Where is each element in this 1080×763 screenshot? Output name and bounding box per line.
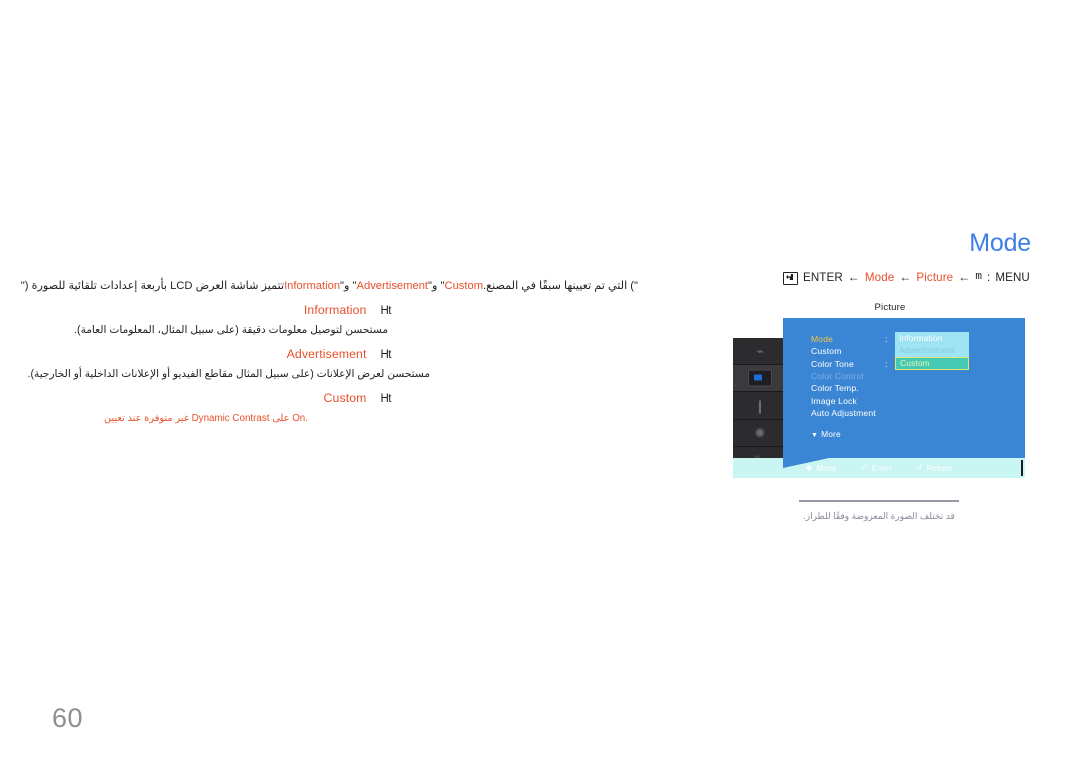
divider bbox=[799, 500, 959, 502]
osd-screen: ⌁ ❙ ✺ ⊩ Mode bbox=[733, 318, 1025, 478]
osd-menu-item-label: Custom bbox=[811, 346, 842, 357]
note-term-dynamic-contrast: Dynamic Contrast bbox=[191, 413, 270, 424]
move-arrows-icon: ◆ bbox=[806, 463, 813, 472]
note-mid: على bbox=[272, 413, 290, 424]
bullet-custom-heading: Ht Custom bbox=[48, 391, 638, 405]
bullet-custom-title: Custom bbox=[323, 391, 367, 405]
osd-icon-rail: ⌁ ❙ ✺ ⊩ bbox=[733, 338, 787, 474]
return-hint-label: Return bbox=[926, 463, 952, 473]
osd-mode-dropdown: Information Advertisement Custom bbox=[895, 332, 969, 370]
osd-mode-option-advertisement[interactable]: Advertisement bbox=[895, 344, 969, 357]
bullet-custom-note: .On على Dynamic Contrast غير متوفرة عند … bbox=[48, 411, 638, 426]
breadcrumb-arrow-icon: ← bbox=[847, 270, 860, 284]
sound-icon: ❙ bbox=[754, 398, 766, 413]
setup-gear-icon: ✺ bbox=[754, 425, 766, 441]
breadcrumb-enter-label: ENTER bbox=[803, 270, 843, 284]
osd-menu-item-label: Auto Adjustment bbox=[811, 407, 876, 418]
osd-rail-sound[interactable]: ❙ bbox=[733, 392, 787, 420]
intro-highlight-advertisement: Advertisement bbox=[356, 280, 429, 292]
bullet-marker-icon: Ht bbox=[380, 349, 392, 361]
intro-part-a: تتميز شاشة العرض LCD بأربعة إعدادات تلقا… bbox=[20, 280, 285, 292]
osd-menu-item-label: Color Tone bbox=[811, 358, 854, 369]
bullet-information-description: مستحسن لتوصيل معلومات دقيقة (على سبيل ال… bbox=[74, 324, 388, 336]
osd-menu-panel: Mode : Custom Color Tone : Color Control bbox=[783, 318, 1025, 458]
intro-part-b: " و" bbox=[340, 280, 357, 292]
osd-mockup: Picture ⌁ ❙ ✺ ⊩ bbox=[733, 302, 1025, 522]
osd-menu-item-color-temp[interactable]: Color Temp. bbox=[811, 382, 1001, 394]
enter-key-icon: ⏎ bbox=[860, 463, 868, 472]
breadcrumb-menu-label: MENU bbox=[995, 270, 1030, 284]
osd-menu-item-image-lock[interactable]: Image Lock bbox=[811, 394, 1001, 406]
intro-paragraph: ") التي تم تعيينها سبقًا في المصنع.Custo… bbox=[21, 278, 638, 294]
chevron-down-icon: ▼ bbox=[811, 432, 819, 440]
move-hint-label: Move bbox=[816, 463, 837, 473]
bullet-advertisement-description: مستحسن لعرض الإعلانات (على سبيل المثال م… bbox=[27, 368, 430, 380]
intro-part-c: " و" bbox=[428, 280, 445, 292]
breadcrumb: ENTER ← Mode ← Picture ← m : MENU bbox=[733, 270, 1033, 285]
osd-menu-item-label: Color Control bbox=[811, 371, 864, 382]
osd-rail-setup[interactable]: ✺ bbox=[733, 419, 787, 447]
bullet-information: Ht Information مستحسن لتوصيل معلومات دقي… bbox=[48, 303, 638, 338]
osd-header-picture: Picture bbox=[874, 302, 906, 313]
enter-hint-label: Enter bbox=[871, 463, 892, 473]
bullet-custom: Ht Custom .On على Dynamic Contrast غير م… bbox=[48, 391, 638, 426]
page-number: 60 bbox=[52, 703, 84, 733]
osd-mode-option-custom[interactable]: Custom bbox=[895, 356, 969, 370]
osd-menu-item-more[interactable]: ▼ More bbox=[811, 429, 1001, 439]
return-arrow-icon: ↺ bbox=[915, 463, 923, 472]
breadcrumb-arrow-icon: ← bbox=[958, 270, 971, 284]
note-value-on: On bbox=[292, 413, 306, 424]
menu-key-glyph-icon: m bbox=[975, 271, 983, 283]
bullet-marker-icon: Ht bbox=[380, 393, 392, 405]
osd-rail-input-source[interactable]: ⌁ bbox=[733, 338, 787, 366]
move-hint: ◆ Move bbox=[806, 464, 837, 473]
enter-key-icon bbox=[783, 271, 798, 285]
osd-cursor-bar bbox=[1021, 460, 1023, 476]
note-pre: غير متوفرة عند تعيين bbox=[103, 413, 189, 424]
picture-icon bbox=[748, 369, 772, 387]
breadcrumb-step-picture: Picture bbox=[916, 270, 954, 284]
osd-menu-item-label: Image Lock bbox=[811, 395, 857, 406]
osd-mode-option-information[interactable]: Information bbox=[895, 332, 969, 345]
osd-menu-item-auto-adjustment[interactable]: Auto Adjustment bbox=[811, 407, 1001, 419]
breadcrumb-separator: : bbox=[987, 270, 991, 284]
osd-menu-item-colon: : bbox=[885, 334, 888, 345]
bullet-information-heading: Ht Information bbox=[48, 303, 638, 317]
osd-menu-item-color-control: Color Control bbox=[811, 370, 1001, 382]
enter-hint: ⏎ Enter bbox=[861, 464, 892, 473]
bullet-advertisement: Ht Advertisement مستحسن لعرض الإعلانات (… bbox=[27, 347, 638, 382]
osd-rail-picture[interactable] bbox=[733, 365, 787, 393]
breadcrumb-arrow-icon: ← bbox=[899, 270, 912, 284]
bullet-advertisement-title: Advertisement bbox=[286, 347, 367, 361]
input-source-icon: ⌁ bbox=[756, 343, 764, 359]
osd-menu-item-label: Mode bbox=[811, 334, 834, 345]
illustration-column: Mode ENTER ← Mode ← Picture ← m : MENU P… bbox=[733, 228, 1033, 522]
osd-hint-bar: ◆ Move ⏎ Enter ↺ Return bbox=[733, 458, 1025, 478]
intro-part-d: ") التي تم تعيينها سبقًا في المصنع. bbox=[483, 280, 638, 292]
osd-menu-item-colon: : bbox=[885, 358, 888, 369]
page-title: Mode bbox=[969, 229, 1031, 257]
bullet-marker-icon: Ht bbox=[380, 305, 392, 317]
model-note: قد تختلف الصورة المعروضة وفقًا للطراز. bbox=[803, 511, 955, 521]
intro-highlight-information: Information bbox=[284, 280, 341, 292]
bullet-information-title: Information bbox=[303, 303, 367, 317]
osd-menu-item-label: Color Temp. bbox=[811, 383, 859, 394]
return-hint: ↺ Return bbox=[916, 464, 952, 473]
bullet-advertisement-heading: Ht Advertisement bbox=[48, 347, 638, 361]
breadcrumb-step-mode: Mode bbox=[864, 270, 895, 284]
body-copy-column: ") التي تم تعيينها سبقًا في المصنع.Custo… bbox=[21, 278, 638, 426]
intro-highlight-custom: Custom bbox=[444, 280, 484, 292]
osd-more-label: More bbox=[821, 429, 841, 440]
note-end: . bbox=[305, 413, 308, 424]
